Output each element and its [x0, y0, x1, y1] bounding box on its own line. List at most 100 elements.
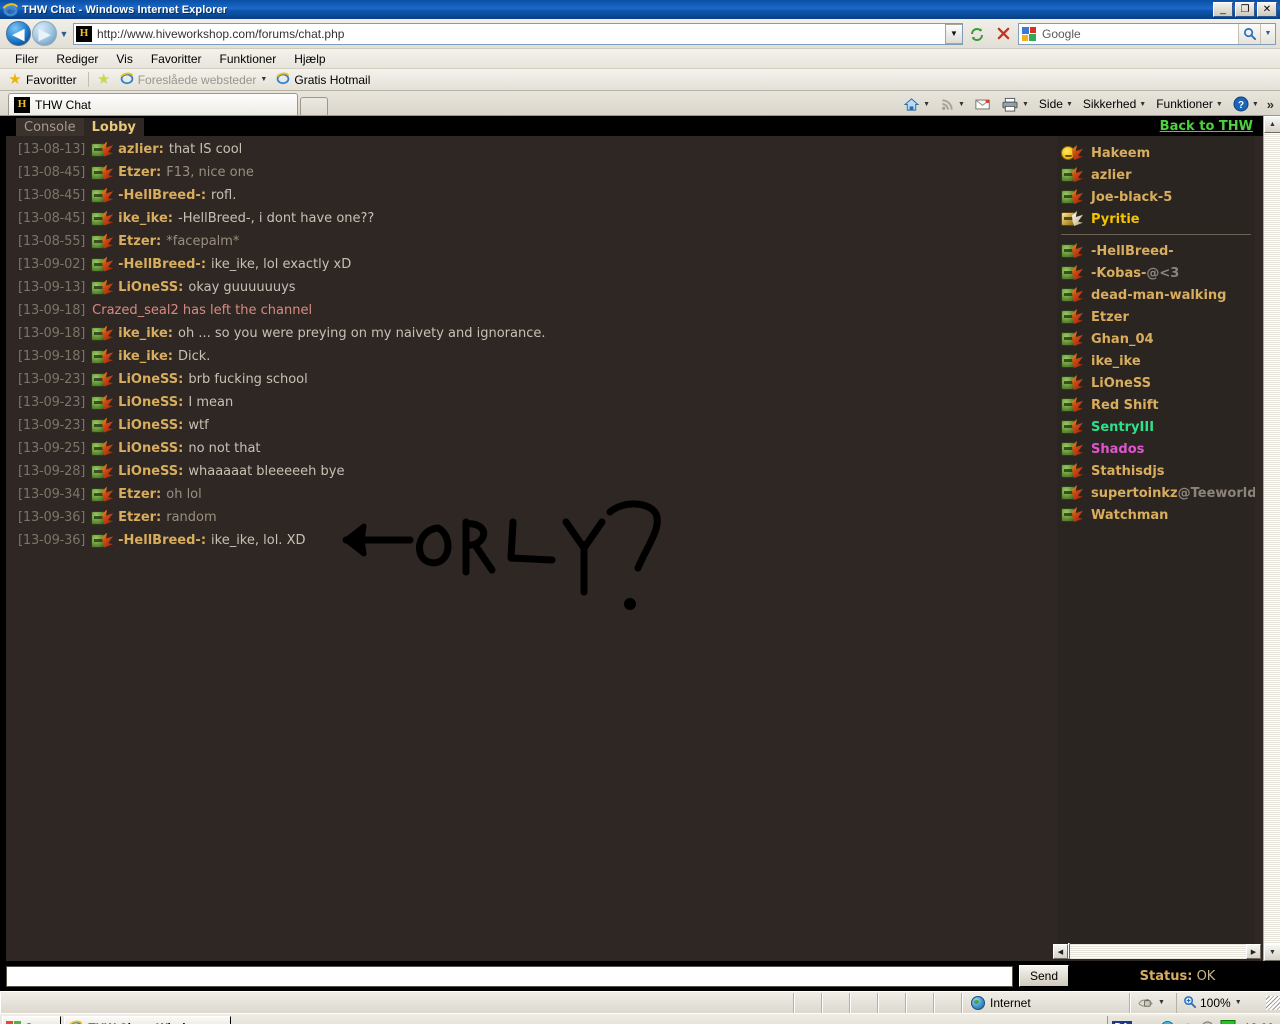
- scroll-down-button[interactable]: ▼: [1264, 944, 1280, 961]
- resize-grip[interactable]: [1266, 995, 1280, 1010]
- user-list-item[interactable]: Stathisdjs: [1057, 460, 1255, 482]
- scroll-left-button[interactable]: ◀: [1053, 944, 1068, 959]
- print-button[interactable]: ▼: [997, 96, 1033, 113]
- message-author[interactable]: ike_ike:: [118, 349, 173, 364]
- user-list-item[interactable]: Red Shift: [1057, 394, 1255, 416]
- privacy-settings-button[interactable]: ▼: [1130, 992, 1176, 1013]
- chat-message-input[interactable]: [6, 965, 1013, 987]
- menu-item-vis[interactable]: Vis: [107, 51, 141, 67]
- menu-item-rediger[interactable]: Rediger: [47, 51, 107, 67]
- search-submit-button[interactable]: [1238, 23, 1260, 44]
- user-list-item[interactable]: -Kobas-@<3: [1057, 262, 1255, 284]
- back-to-thw-link[interactable]: Back to THW: [1160, 119, 1253, 134]
- message-author[interactable]: -HellBreed-:: [118, 257, 206, 272]
- address-bar[interactable]: H http://www.hiveworkshop.com/forums/cha…: [73, 22, 963, 45]
- user-list-item[interactable]: Ghan_04: [1057, 328, 1255, 350]
- help-caret-icon[interactable]: ▼: [1252, 101, 1259, 108]
- security-menu[interactable]: Sikkerhed ▼: [1079, 96, 1150, 112]
- user-list-item[interactable]: Pyritie: [1057, 208, 1255, 230]
- tab-console[interactable]: Console: [16, 118, 84, 136]
- message-author[interactable]: ike_ike:: [118, 326, 173, 341]
- search-box[interactable]: Google ▼: [1018, 22, 1276, 45]
- home-caret-icon[interactable]: ▼: [923, 101, 930, 108]
- scroll-right-button[interactable]: ▶: [1246, 944, 1261, 959]
- stop-button[interactable]: [991, 22, 1015, 46]
- user-list-item[interactable]: dead-man-walking: [1057, 284, 1255, 306]
- user-list-item[interactable]: ike_ike: [1057, 350, 1255, 372]
- menu-item-filer[interactable]: Filer: [6, 51, 47, 67]
- tab-lobby[interactable]: Lobby: [83, 118, 144, 136]
- page-vertical-scrollbar[interactable]: ▲ ▼: [1263, 116, 1280, 961]
- message-author[interactable]: LiOneSS:: [118, 395, 183, 410]
- back-button[interactable]: ◀: [6, 21, 31, 46]
- scroll-thumb[interactable]: [1068, 943, 1070, 959]
- antivirus-icon[interactable]: [1160, 1020, 1176, 1024]
- user-list-item[interactable]: Watchman: [1057, 504, 1255, 526]
- help-button[interactable]: ? ▼: [1229, 95, 1263, 113]
- user-list-item[interactable]: azlier: [1057, 164, 1255, 186]
- hotmail-link[interactable]: Gratis Hotmail: [274, 70, 375, 89]
- zoom-control[interactable]: 100% ▼: [1176, 992, 1264, 1013]
- search-input[interactable]: Google: [1042, 27, 1238, 41]
- close-button[interactable]: ✕: [1257, 2, 1277, 17]
- user-list-item[interactable]: Etzer: [1057, 306, 1255, 328]
- message-author[interactable]: azlier:: [118, 142, 164, 157]
- feeds-button[interactable]: ▼: [936, 96, 969, 113]
- update-check-icon[interactable]: [1180, 1020, 1196, 1024]
- minimize-button[interactable]: _: [1213, 2, 1233, 17]
- scroll-track[interactable]: [1068, 943, 1246, 959]
- message-author[interactable]: -HellBreed-:: [118, 188, 206, 203]
- network-icon[interactable]: [1140, 1020, 1156, 1024]
- message-author[interactable]: LiOneSS:: [118, 280, 183, 295]
- message-author[interactable]: Etzer:: [118, 487, 161, 502]
- zoom-caret-icon[interactable]: ▼: [1235, 999, 1242, 1006]
- online-users-list[interactable]: Hakeem azlier Joe-black-5 Pyritie -HellBreed…: [1057, 136, 1255, 944]
- message-author[interactable]: LiOneSS:: [118, 464, 183, 479]
- chat-message-list[interactable]: [13-08-13] azlier: that IS cool [13-08-45] E…: [6, 136, 1051, 961]
- taskbar-item-thw-chat[interactable]: THW Chat - Windows ...: [64, 1015, 232, 1024]
- privacy-caret-icon[interactable]: ▼: [1158, 999, 1165, 1006]
- message-author[interactable]: LiOneSS:: [118, 441, 183, 456]
- address-dropdown-icon[interactable]: ▼: [945, 23, 962, 44]
- user-list-item[interactable]: Joe-black-5: [1057, 186, 1255, 208]
- maximize-button[interactable]: ❐: [1235, 2, 1255, 17]
- user-list-item[interactable]: -HellBreed-: [1057, 240, 1255, 262]
- home-button[interactable]: ▼: [899, 96, 934, 113]
- feeds-caret-icon[interactable]: ▼: [958, 101, 965, 108]
- print-caret-icon[interactable]: ▼: [1022, 101, 1029, 108]
- browser-tab-thw-chat[interactable]: H THW Chat: [8, 93, 298, 115]
- message-author[interactable]: LiOneSS:: [118, 372, 183, 387]
- recent-pages-caret-icon[interactable]: ▼: [57, 29, 71, 39]
- refresh-button[interactable]: [965, 22, 989, 46]
- wireless-signal-icon[interactable]: [1220, 1020, 1236, 1024]
- message-author[interactable]: Etzer:: [118, 234, 161, 249]
- message-author[interactable]: -HellBreed-:: [118, 533, 206, 548]
- start-button[interactable]: Start: [2, 1015, 62, 1024]
- volume-icon[interactable]: [1200, 1020, 1216, 1024]
- user-list-horizontal-scrollbar[interactable]: ◀ ▶: [1053, 943, 1261, 959]
- favorites-button[interactable]: ★ Favoritter: [6, 72, 82, 88]
- tools-menu[interactable]: Funktioner ▼: [1152, 96, 1227, 112]
- message-author[interactable]: LiOneSS:: [118, 418, 183, 433]
- send-button[interactable]: Send: [1019, 965, 1069, 987]
- user-list-item[interactable]: LiOneSS: [1057, 372, 1255, 394]
- user-list-item[interactable]: SentryIII: [1057, 416, 1255, 438]
- message-author[interactable]: Etzer:: [118, 510, 161, 525]
- scroll-up-button[interactable]: ▲: [1264, 116, 1280, 133]
- taskbar-clock[interactable]: 13:09: [1240, 1021, 1274, 1024]
- search-provider-caret-icon[interactable]: ▼: [1260, 23, 1275, 44]
- menu-item-favoritter[interactable]: Favoritter: [142, 51, 211, 67]
- message-author[interactable]: Etzer:: [118, 165, 161, 180]
- menu-item-hjaelp[interactable]: Hjælp: [285, 51, 334, 67]
- page-menu[interactable]: Side ▼: [1035, 96, 1077, 112]
- user-list-item[interactable]: Hakeem: [1057, 142, 1255, 164]
- message-author[interactable]: ike_ike:: [118, 211, 173, 226]
- menu-item-funktioner[interactable]: Funktioner: [211, 51, 286, 67]
- security-zone-indicator[interactable]: Internet: [962, 992, 1130, 1013]
- command-bar-overflow-button[interactable]: »: [1265, 97, 1276, 112]
- suggested-sites-button[interactable]: Foreslåede websteder ▼: [118, 70, 273, 89]
- new-tab-button[interactable]: [300, 97, 328, 115]
- read-mail-button[interactable]: [971, 97, 995, 112]
- address-bar-url[interactable]: http://www.hiveworkshop.com/forums/chat.…: [92, 27, 945, 41]
- user-list-item[interactable]: supertoinkz@Teeworlds: [1057, 482, 1255, 504]
